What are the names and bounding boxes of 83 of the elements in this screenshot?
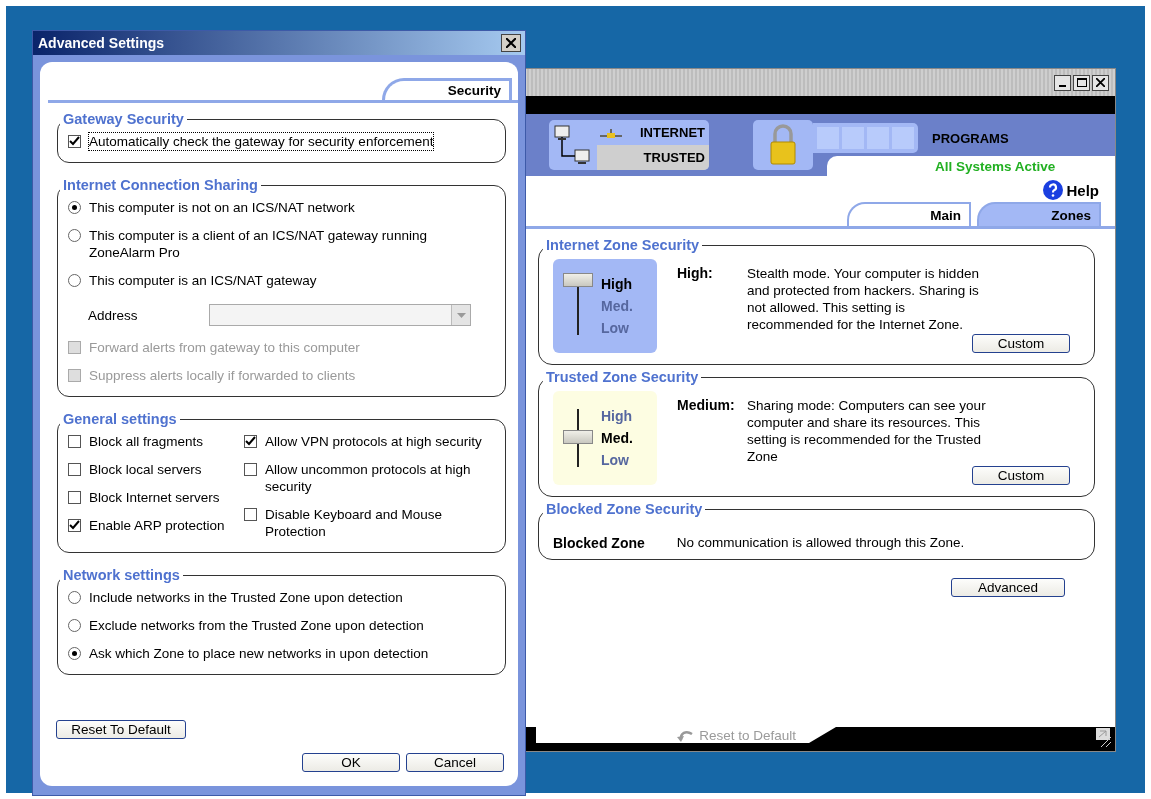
zone-description: No communication is allowed through this Zone.: [676, 535, 965, 551]
radio-label: Ask which Zone to place new networks in upon detection: [89, 645, 429, 662]
radio-button[interactable]: [68, 647, 81, 660]
slider-label: Med.: [601, 430, 633, 446]
close-button[interactable]: [501, 34, 521, 52]
programs-label: PROGRAMS: [932, 130, 1009, 146]
slider-thumb[interactable]: [563, 273, 593, 287]
group-title: Gateway Security: [62, 111, 185, 127]
checkbox[interactable]: [244, 435, 257, 448]
dialog-button[interactable]: Cancel: [406, 753, 504, 772]
caret-icon: [456, 312, 466, 318]
radio-label: Include networks in the Trusted Zone upon detection: [89, 589, 403, 606]
zone-description: Sharing mode: Computers can see your computer and share its resources. This setting is recommended for the Trusted Zone: [747, 397, 987, 465]
security-slider[interactable]: High Med. Low: [553, 391, 657, 485]
dialog-title: Advanced Settings: [38, 35, 165, 51]
group-title: General settings: [62, 411, 178, 427]
slider-label: High: [601, 276, 633, 292]
zone-description: Stealth mode. Your computer is hidden and protected from hackers. Sharing is not allowed. This setting is recommended for the Internet Zone.: [747, 265, 980, 333]
tab[interactable]: Security: [382, 78, 512, 100]
close-button[interactable]: [1092, 74, 1109, 91]
slider-label: Med.: [601, 298, 633, 314]
checkbox-label: Automatically check the gateway for security enforcement: [89, 133, 434, 150]
internet-label: INTERNET: [640, 125, 705, 140]
slider-label: Low: [601, 320, 630, 336]
checkbox-label: Allow uncommon protocols at high security: [265, 461, 472, 495]
zone-title: Internet Zone Security: [545, 237, 701, 253]
help-link[interactable]: Help: [1066, 181, 1099, 199]
checkbox[interactable]: [68, 435, 81, 448]
minimize-icon: [1059, 84, 1066, 87]
minimize-button[interactable]: [1054, 74, 1071, 91]
maximize-button[interactable]: [1073, 74, 1090, 91]
slider-thumb[interactable]: [563, 430, 593, 444]
radio-button[interactable]: [68, 591, 81, 604]
network-computers-icon: [553, 123, 593, 167]
checkbox-label: Block all fragments: [89, 433, 204, 450]
radio-label: This computer is an ICS/NAT gateway: [89, 272, 317, 289]
level-name: High:: [677, 265, 714, 283]
maximize-icon: [1076, 78, 1087, 87]
radio-button[interactable]: [68, 201, 81, 214]
checkbox[interactable]: [68, 463, 81, 476]
checkbox[interactable]: [68, 519, 81, 532]
network-connector-icon: [600, 126, 622, 139]
padlock-icon: [768, 124, 798, 166]
zone-title: Trusted Zone Security: [545, 369, 700, 385]
checkbox-label: Enable ARP protection: [89, 517, 225, 534]
custom-button[interactable]: Custom: [972, 466, 1070, 485]
tab[interactable]: Zones: [977, 202, 1101, 226]
level-name: Medium:: [677, 397, 736, 415]
close-icon: [506, 38, 516, 48]
checkbox-label: Forward alerts from gateway to this computer: [89, 339, 360, 356]
checkbox[interactable]: [68, 491, 81, 504]
zone-title: Blocked Zone Security: [545, 501, 704, 517]
checkbox-label: Suppress alerts locally if forwarded to clients: [89, 367, 356, 384]
system-status: All Systems Active: [935, 158, 1056, 174]
dialog-button[interactable]: OK: [302, 753, 400, 772]
radio-label: This computer is a client of an ICS/NAT gateway running ZoneAlarm Pro: [89, 227, 428, 261]
resize-grip-icon: [1095, 727, 1111, 747]
advanced-button[interactable]: Advanced: [951, 578, 1065, 597]
checkbox-label: Block Internet servers: [89, 489, 220, 506]
security-slider[interactable]: High Med. Low: [553, 259, 657, 353]
checkbox[interactable]: [68, 135, 81, 148]
level-name: Blocked Zone: [553, 535, 645, 551]
radio-button[interactable]: [68, 229, 81, 242]
help-icon[interactable]: [1043, 180, 1064, 200]
trusted-label: TRUSTED: [643, 150, 705, 165]
checkbox-label: Block local servers: [89, 461, 202, 478]
checkbox[interactable]: [244, 463, 257, 476]
slider-label: Low: [601, 452, 630, 468]
radio-button[interactable]: [68, 619, 81, 632]
tab[interactable]: Main: [847, 202, 971, 226]
group-title: Network settings: [62, 567, 181, 583]
checkbox-label: Allow VPN protocols at high security: [265, 433, 482, 450]
custom-button[interactable]: Custom: [972, 334, 1070, 353]
checkbox-label: Disable Keyboard and Mouse Protection: [265, 506, 444, 540]
radio-button[interactable]: [68, 274, 81, 287]
radio-label: This computer is not on an ICS/NAT network: [89, 199, 355, 216]
checkbox[interactable]: [244, 508, 257, 521]
reset-to-default-button[interactable]: Reset To Default: [56, 720, 186, 739]
address-label: Address: [88, 307, 139, 323]
radio-label: Exclude networks from the Trusted Zone upon detection: [89, 617, 424, 634]
group-title: Internet Connection Sharing: [62, 177, 259, 193]
close-icon: [1096, 78, 1105, 87]
slider-label: High: [601, 408, 633, 424]
